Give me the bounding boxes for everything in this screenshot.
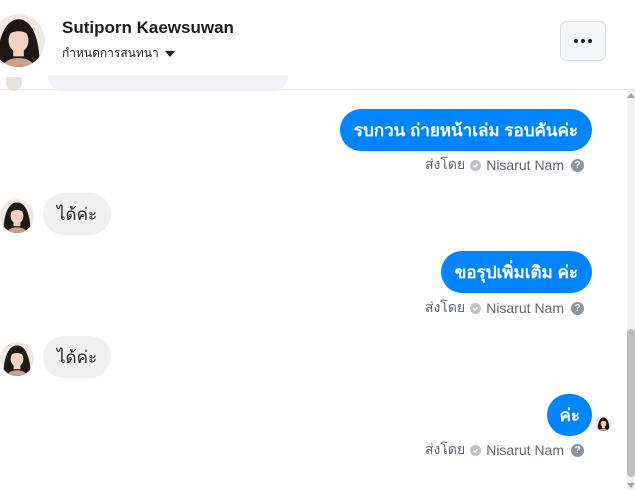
sent-by-label: ส่งโดย [425, 156, 466, 172]
contact-name[interactable]: Sutiporn Kaewsuwan [62, 18, 234, 38]
scrollbar-thumb[interactable] [627, 329, 635, 477]
message-text: ได้ค่ะ [57, 347, 98, 367]
contact-avatar[interactable] [0, 14, 45, 67]
check-icon [470, 159, 482, 171]
message-text: ได้ค่ะ [57, 204, 98, 224]
conversation-settings-dropdown[interactable]: กำหนดการสนทนา [62, 44, 175, 63]
sender-avatar[interactable] [0, 199, 34, 233]
sender-avatar[interactable] [0, 342, 34, 376]
sent-by-label: ส่งโดย [425, 299, 466, 315]
check-icon [470, 444, 482, 456]
incoming-message[interactable]: ได้ค่ะ [43, 336, 112, 378]
scrollbar[interactable] [627, 91, 635, 490]
sender-name[interactable]: Nisarut Nam [486, 300, 564, 316]
message-text: รบกวน ถ่ายหน้าเล่ม รอบคันค่ะ [353, 120, 578, 140]
scroll-down-icon[interactable] [627, 483, 635, 488]
more-horizontal-icon [574, 39, 592, 43]
cropped-message-bubble [48, 75, 288, 91]
read-receipt-avatar [596, 416, 611, 431]
sent-by-info: ส่งโดย Nisarut Nam ? [425, 299, 584, 317]
outgoing-message[interactable]: ค่ะ [547, 394, 592, 436]
help-icon[interactable]: ? [571, 158, 584, 172]
sender-name[interactable]: Nisarut Nam [486, 442, 564, 458]
sent-by-info: ส่งโดย Nisarut Nam ? [425, 441, 584, 459]
outgoing-message[interactable]: รบกวน ถ่ายหน้าเล่ม รอบคันค่ะ [339, 109, 592, 151]
message-text: ขอรุปเพิ่มเติม ค่ะ [454, 262, 578, 282]
caret-down-icon [164, 51, 175, 57]
message-text: ค่ะ [559, 405, 580, 425]
more-options-button[interactable] [560, 21, 606, 61]
sent-by-label: ส่งโดย [425, 441, 466, 457]
sent-by-info: ส่งโดย Nisarut Nam ? [425, 156, 584, 174]
incoming-message[interactable]: ได้ค่ะ [43, 193, 112, 235]
messenger-window: Sutiporn Kaewsuwan กำหนดการสนทนา รบกวน ถ… [0, 0, 635, 490]
message-thread: รบกวน ถ่ายหน้าเล่ม รอบคันค่ะ ส่งโดย Nisa… [0, 75, 627, 490]
check-icon [470, 302, 482, 314]
scroll-up-icon[interactable] [627, 93, 635, 98]
help-icon[interactable]: ? [571, 443, 584, 457]
outgoing-message[interactable]: ขอรุปเพิ่มเติม ค่ะ [440, 251, 592, 293]
sender-name[interactable]: Nisarut Nam [486, 157, 564, 173]
help-icon[interactable]: ? [571, 301, 584, 315]
conversation-settings-label: กำหนดการสนทนา [62, 46, 159, 60]
